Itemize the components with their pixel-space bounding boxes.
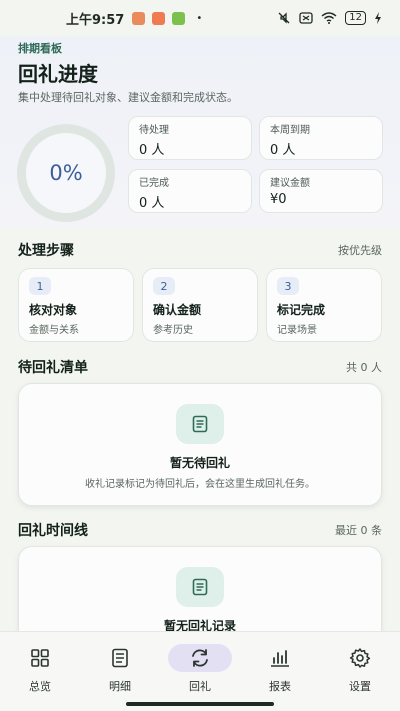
step-number: 1 xyxy=(29,277,51,295)
progress-ring: 0% xyxy=(17,124,115,222)
step-title: 确认金额 xyxy=(153,303,202,317)
section-title: 处理步骤 xyxy=(18,243,74,259)
step-subtitle: 参考历史 xyxy=(153,325,193,336)
more-notifications-icon: • xyxy=(196,12,203,24)
section-meta: 按优先级 xyxy=(338,244,382,257)
bar-chart-icon xyxy=(248,644,312,672)
stat-value: 0 人 xyxy=(270,143,296,158)
pending-section-header: 待回礼清单 共 0 人 xyxy=(18,357,382,377)
empty-description: 收礼记录标记为待回礼后，会在这里生成回礼任务。 xyxy=(85,479,315,490)
wifi-icon xyxy=(321,12,337,24)
stat-value: ¥0 xyxy=(270,192,287,207)
nav-label: 明细 xyxy=(109,680,131,693)
stat-pending: 待处理 0 人 xyxy=(128,116,252,160)
stat-suggested-amount: 建议金额 ¥0 xyxy=(259,169,383,213)
charging-icon xyxy=(375,12,381,24)
page-subtitle: 集中处理待回礼对象、建议金额和完成状态。 xyxy=(18,91,238,104)
section-meta: 共 0 人 xyxy=(346,361,382,374)
step-card-mark-complete[interactable]: 3 标记完成 记录场景 xyxy=(266,268,382,342)
nav-label: 设置 xyxy=(349,680,371,693)
timeline-section-header: 回礼时间线 最近 0 条 xyxy=(18,520,382,540)
list-icon xyxy=(88,644,152,672)
document-list-icon xyxy=(176,404,224,444)
nav-item-reports[interactable]: 报表 xyxy=(240,632,320,711)
step-card-verify[interactable]: 1 核对对象 金额与关系 xyxy=(18,268,134,342)
stat-due-this-week: 本周到期 0 人 xyxy=(259,116,383,160)
page-title: 回礼进度 xyxy=(18,62,98,86)
nav-label: 总览 xyxy=(29,680,51,693)
step-subtitle: 金额与关系 xyxy=(29,325,79,336)
status-bar: 上午9:57 • 12 xyxy=(0,0,400,36)
app-notification-icon xyxy=(172,11,186,25)
document-list-icon xyxy=(176,567,224,607)
nav-label: 报表 xyxy=(269,680,291,693)
section-meta: 最近 0 条 xyxy=(335,524,382,537)
stat-value: 0 人 xyxy=(139,143,165,158)
app-notification-icon xyxy=(132,11,146,25)
step-number: 3 xyxy=(277,277,299,295)
stat-label: 待处理 xyxy=(139,125,169,136)
nav-item-settings[interactable]: 设置 xyxy=(320,632,400,711)
status-time: 上午9:57 xyxy=(66,12,125,28)
mute-icon xyxy=(278,12,290,24)
bottom-nav: 总览 明细 回礼 报表 设置 xyxy=(0,631,400,711)
stat-label: 已完成 xyxy=(139,178,169,189)
nav-item-details[interactable]: 明细 xyxy=(80,632,160,711)
pending-empty-card: 暂无待回礼 收礼记录标记为待回礼后，会在这里生成回礼任务。 xyxy=(18,383,382,506)
nav-item-overview[interactable]: 总览 xyxy=(0,632,80,711)
app-notification-icon xyxy=(152,11,166,25)
stat-label: 本周到期 xyxy=(270,125,310,136)
section-title: 回礼时间线 xyxy=(18,523,88,539)
grid-icon xyxy=(8,644,72,672)
progress-percent: 0% xyxy=(26,133,106,213)
step-title: 标记完成 xyxy=(277,303,326,317)
nav-item-return-gift[interactable]: 回礼 xyxy=(160,632,240,711)
section-title: 待回礼清单 xyxy=(18,360,88,376)
status-indicators: 12 xyxy=(277,11,382,25)
step-number: 2 xyxy=(153,277,175,295)
stat-label: 建议金额 xyxy=(270,178,310,189)
steps-section-header: 处理步骤 按优先级 xyxy=(18,240,382,260)
kicker: 排期看板 xyxy=(18,42,62,55)
step-card-confirm-amount[interactable]: 2 确认金额 参考历史 xyxy=(142,268,258,342)
battery-icon: 12 xyxy=(345,11,366,25)
step-title: 核对对象 xyxy=(29,303,78,317)
sim-card-icon xyxy=(299,12,313,24)
nav-label: 回礼 xyxy=(189,680,211,693)
step-subtitle: 记录场景 xyxy=(277,325,317,336)
empty-title: 暂无待回礼 xyxy=(169,456,230,470)
home-indicator[interactable] xyxy=(126,702,274,706)
refresh-icon xyxy=(168,644,232,672)
stat-value: 0 人 xyxy=(139,196,165,211)
stat-completed: 已完成 0 人 xyxy=(128,169,252,213)
gear-icon xyxy=(328,644,392,672)
progress-hero: 排期看板 回礼进度 集中处理待回礼对象、建议金额和完成状态。 0% 待处理 0 … xyxy=(0,36,400,228)
